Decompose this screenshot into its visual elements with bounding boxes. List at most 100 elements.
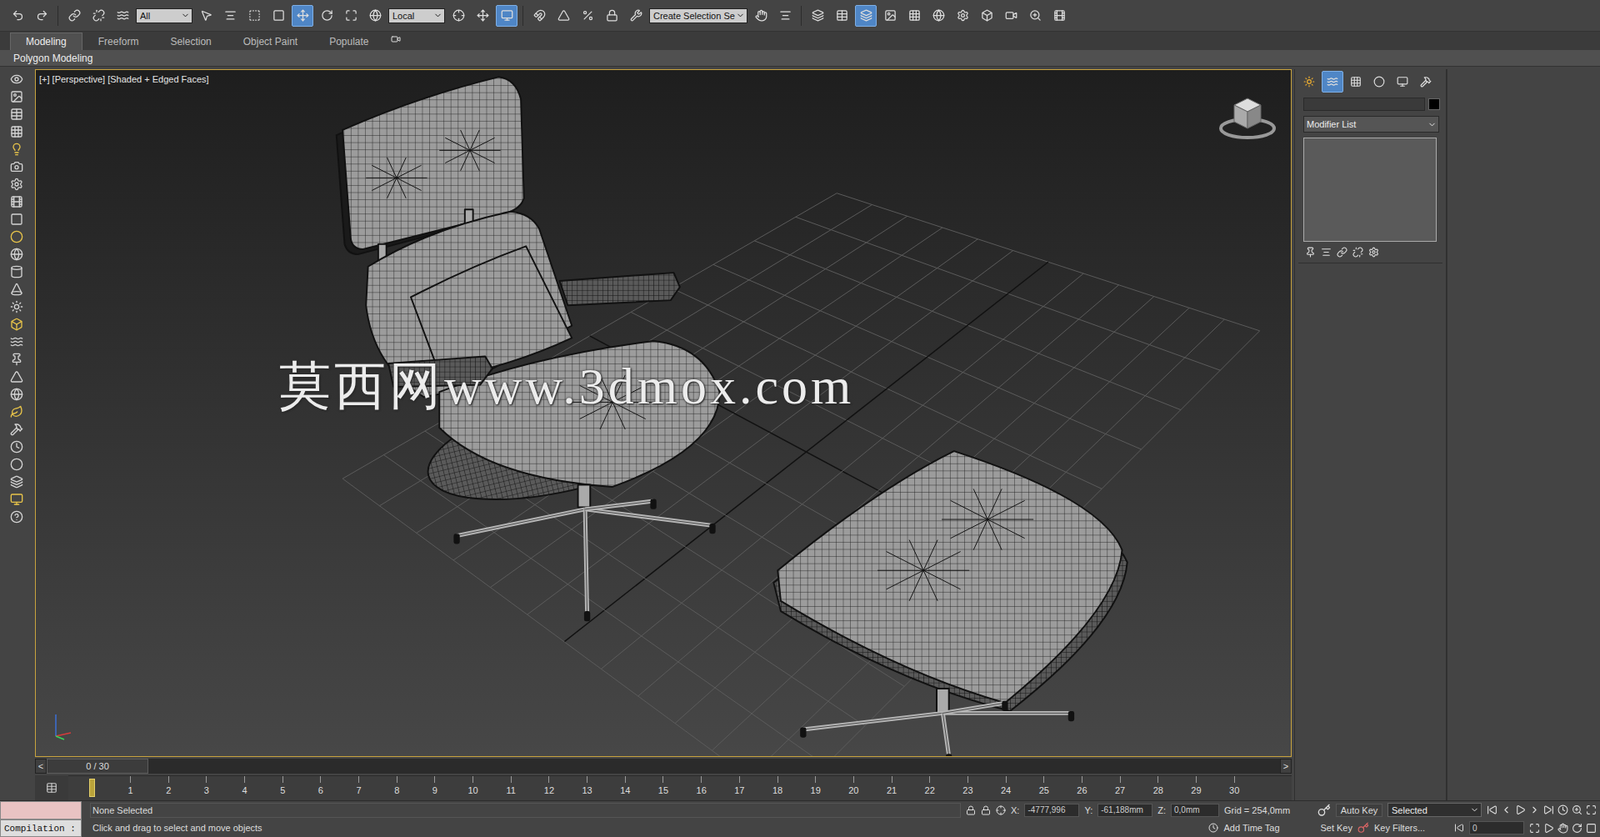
current-frame-field[interactable]: 0 (1469, 820, 1525, 835)
tool-icon[interactable] (10, 422, 24, 436)
ribbon-tab[interactable]: Populate (313, 32, 385, 50)
angle-snap-button[interactable] (552, 5, 575, 27)
edit-named-selection-button[interactable] (625, 5, 647, 27)
zoom-extents-icon[interactable] (1585, 804, 1597, 815)
key-mode-dropdown[interactable]: Selected (1387, 802, 1482, 817)
render-setup-button[interactable] (951, 5, 974, 27)
listener-input[interactable] (0, 800, 82, 820)
render-button[interactable] (1000, 5, 1022, 27)
undo-icon[interactable] (11, 9, 25, 22)
selection-filter-dropdown[interactable]: All (135, 8, 193, 24)
modify-tab[interactable] (1321, 70, 1344, 93)
window-crossing-button[interactable] (267, 5, 290, 27)
ribbon-tab[interactable]: Selection (154, 32, 227, 50)
select-by-name-button[interactable] (219, 5, 241, 27)
frame-ruler[interactable]: 1234567891011121314151617181920212223242… (68, 775, 1292, 800)
region-button[interactable] (243, 5, 265, 27)
curve-editor-toggle[interactable] (35, 775, 69, 800)
render-iterative-button[interactable] (1024, 5, 1046, 27)
list-icon[interactable] (224, 9, 237, 22)
layer-button[interactable] (806, 5, 829, 27)
utilities-icon[interactable] (1420, 75, 1432, 88)
tool-icon[interactable] (10, 90, 24, 104)
move-button[interactable] (291, 5, 314, 27)
next-key-icon[interactable] (1529, 804, 1540, 815)
trackbar[interactable]: 1234567891011121314151617181920212223242… (35, 775, 1292, 800)
frame-start-icon[interactable] (1454, 822, 1465, 833)
fov-icon[interactable] (1543, 822, 1555, 834)
material-icon[interactable] (932, 9, 945, 22)
redo-icon[interactable] (35, 9, 49, 22)
key-icon[interactable] (1317, 803, 1331, 817)
maxscript-listener[interactable]: Compilation : (0, 800, 82, 837)
tool-icon[interactable] (10, 125, 24, 139)
mirror-button[interactable] (750, 5, 772, 27)
move-icon[interactable] (296, 9, 310, 22)
viewport-label[interactable]: [+] [Perspective] [Shaded + Edged Faces] (39, 74, 210, 85)
bind-button[interactable] (111, 5, 134, 27)
tool-icon[interactable] (10, 142, 24, 156)
ribbon-panel[interactable]: Polygon Modeling (0, 50, 1600, 67)
time-slider[interactable]: <0 / 30> (35, 758, 1292, 774)
object-color-swatch[interactable] (1428, 98, 1440, 110)
configure-sets-icon[interactable] (1368, 246, 1380, 258)
hierarchy-icon[interactable] (1350, 75, 1362, 88)
absolute-mode-icon[interactable] (995, 805, 1006, 815)
tool-icon[interactable] (10, 72, 24, 86)
tool-icon[interactable] (10, 265, 24, 279)
x-field[interactable]: -4777,996 (1024, 803, 1080, 817)
z-field[interactable]: 0,0mm (1170, 803, 1220, 817)
set-key-icon[interactable] (1357, 821, 1370, 834)
time-tag-icon[interactable] (1208, 822, 1219, 833)
pivot-button[interactable] (447, 5, 470, 27)
tool-icon[interactable] (10, 107, 24, 121)
time-config-icon[interactable] (1557, 804, 1569, 815)
tool-icon[interactable] (10, 457, 24, 471)
display-icon[interactable] (1396, 75, 1409, 88)
frame-icon[interactable] (980, 9, 994, 22)
create-tab[interactable] (1298, 70, 1320, 93)
tool-icon[interactable] (10, 335, 24, 349)
tool-icon[interactable] (10, 247, 24, 261)
maximize-toggle-icon[interactable] (1585, 822, 1597, 834)
scale-icon[interactable] (345, 9, 358, 22)
keyboard-shortcut-button[interactable] (495, 5, 518, 27)
perspective-viewport[interactable]: [+] [Perspective] [Shaded + Edged Faces]… (35, 69, 1292, 757)
render-icon[interactable] (1005, 9, 1018, 22)
link-icon[interactable] (68, 9, 81, 22)
lounge-chair[interactable] (336, 76, 728, 523)
spinner-icon[interactable] (605, 9, 619, 22)
region-icon[interactable] (248, 9, 261, 22)
reference-coordinate-dropdown[interactable]: Local (388, 8, 445, 24)
manipulate-button[interactable] (471, 5, 494, 27)
hierarchy-tab[interactable] (1345, 70, 1367, 93)
motion-icon[interactable] (1373, 75, 1385, 88)
manipulate-icon[interactable] (476, 9, 490, 22)
current-frame-marker[interactable] (89, 778, 95, 797)
listener-output[interactable]: Compilation : (0, 819, 82, 837)
tool-icon[interactable] (10, 387, 24, 401)
y-field[interactable]: -61,188mm (1097, 803, 1153, 817)
scene-explorer-button[interactable] (855, 5, 877, 27)
tool-icon[interactable] (10, 352, 24, 366)
scene-canvas[interactable] (35, 70, 1291, 756)
curve-icon[interactable] (884, 9, 897, 22)
modifier-stack[interactable] (1303, 137, 1437, 242)
snap-button[interactable] (528, 5, 550, 27)
unlink-button[interactable] (87, 5, 110, 27)
render-cloud-button[interactable] (1048, 5, 1070, 27)
go-end-icon[interactable] (1543, 804, 1555, 815)
utilities-tab[interactable] (1415, 70, 1437, 93)
viewcube-icon[interactable] (1217, 91, 1278, 144)
auto-key-button[interactable]: Auto Key (1335, 803, 1383, 817)
tool-icon[interactable] (10, 475, 24, 489)
globe-icon[interactable] (369, 9, 382, 22)
ribbon-tab[interactable]: Freeform (82, 32, 155, 50)
pan-icon[interactable] (1557, 822, 1569, 834)
tool-icon[interactable] (10, 195, 24, 209)
isolate-icon[interactable] (980, 805, 991, 815)
explorer-icon[interactable] (860, 9, 873, 22)
layers-icon[interactable] (811, 9, 825, 22)
magnet-icon[interactable] (533, 9, 546, 22)
prev-frame-button[interactable]: < (35, 758, 47, 774)
